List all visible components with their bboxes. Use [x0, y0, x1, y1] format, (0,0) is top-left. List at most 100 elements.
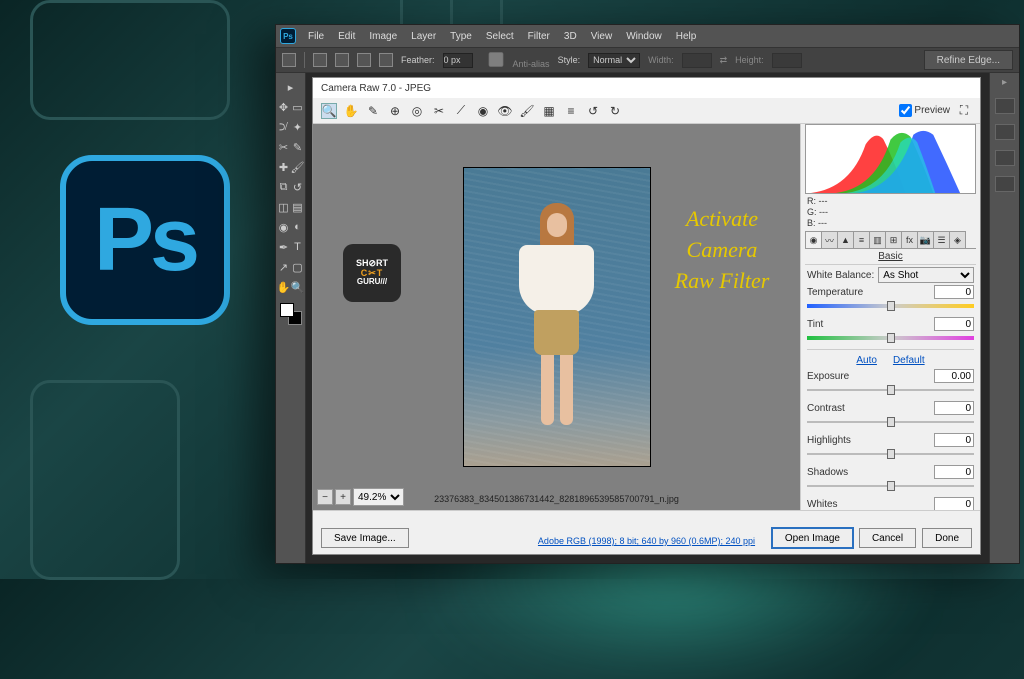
tool-crop[interactable]: ✂: [277, 137, 291, 157]
tool-type[interactable]: T: [291, 237, 305, 257]
crop-tool-icon[interactable]: ✂: [431, 103, 447, 119]
menu-view[interactable]: View: [585, 29, 619, 44]
tool-history[interactable]: ↺: [291, 177, 305, 197]
tab-basic[interactable]: ◉: [805, 231, 822, 248]
menu-help[interactable]: Help: [670, 29, 703, 44]
adjustments-panel: R: --- G: --- B: --- ◉ 〰 ▲ ≡ ▥ ⊞ fx: [800, 124, 980, 510]
color-sampler-icon[interactable]: ⊕: [387, 103, 403, 119]
shadows-slider[interactable]: [807, 481, 974, 491]
selection-intersect-icon[interactable]: [379, 53, 393, 67]
prefs-icon[interactable]: ≡: [563, 103, 579, 119]
tab-lens[interactable]: ⊞: [885, 231, 902, 248]
tool-path[interactable]: ↗: [277, 257, 291, 277]
temperature-slider[interactable]: [807, 301, 974, 311]
fullscreen-icon[interactable]: ⛶: [956, 103, 972, 119]
tab-detail[interactable]: ▲: [837, 231, 854, 248]
width-label: Width:: [648, 55, 674, 65]
zoom-select[interactable]: 49.2%: [353, 488, 404, 506]
rotate-ccw-icon[interactable]: ↺: [585, 103, 601, 119]
menu-edit[interactable]: Edit: [332, 29, 361, 44]
redeye-icon[interactable]: 👁: [497, 103, 513, 119]
style-select[interactable]: Normal: [588, 53, 640, 68]
tab-camera[interactable]: 📷: [917, 231, 934, 248]
tool-eraser[interactable]: ◫: [277, 197, 291, 217]
panel-swatches-icon[interactable]: [995, 124, 1015, 140]
tool-stamp[interactable]: ⧉: [277, 177, 291, 197]
tab-fx[interactable]: fx: [901, 231, 918, 248]
graduated-filter-icon[interactable]: ▦: [541, 103, 557, 119]
exposure-input[interactable]: [934, 369, 974, 383]
tool-eyedropper[interactable]: ✎: [291, 137, 305, 157]
menu-image[interactable]: Image: [363, 29, 403, 44]
selection-add-icon[interactable]: [335, 53, 349, 67]
adjustment-brush-icon[interactable]: 🖌: [519, 103, 535, 119]
exposure-slider[interactable]: [807, 385, 974, 395]
zoom-tool-icon[interactable]: 🔍: [321, 103, 337, 119]
selection-new-icon[interactable]: [313, 53, 327, 67]
tool-pen[interactable]: ✒: [277, 237, 291, 257]
menu-file[interactable]: File: [302, 29, 330, 44]
workflow-link[interactable]: Adobe RGB (1998); 8 bit; 640 by 960 (0.6…: [538, 536, 755, 546]
highlights-input[interactable]: [934, 433, 974, 447]
menu-select[interactable]: Select: [480, 29, 520, 44]
menu-window[interactable]: Window: [620, 29, 668, 44]
tool-heal[interactable]: ✚: [277, 157, 291, 177]
tool-dodge[interactable]: ◐: [291, 217, 305, 237]
tab-curve[interactable]: 〰: [821, 231, 838, 248]
auto-link[interactable]: Auto: [856, 355, 877, 366]
image-preview[interactable]: [463, 167, 651, 467]
wb-tool-icon[interactable]: ✎: [365, 103, 381, 119]
tab-hsl[interactable]: ≡: [853, 231, 870, 248]
feather-input[interactable]: [443, 53, 473, 68]
cancel-button[interactable]: Cancel: [859, 528, 916, 548]
menu-layer[interactable]: Layer: [405, 29, 442, 44]
tint-label: Tint: [807, 319, 823, 330]
spot-removal-icon[interactable]: ◉: [475, 103, 491, 119]
panel-layers-icon[interactable]: [995, 176, 1015, 192]
whites-input[interactable]: [934, 497, 974, 510]
tab-split[interactable]: ▥: [869, 231, 886, 248]
straighten-icon[interactable]: ⟋: [453, 103, 469, 119]
shadows-input[interactable]: [934, 465, 974, 479]
highlights-slider[interactable]: [807, 449, 974, 459]
target-adjust-icon[interactable]: ◎: [409, 103, 425, 119]
tool-blur[interactable]: ◉: [277, 217, 291, 237]
menu-type[interactable]: Type: [444, 29, 478, 44]
color-swatch[interactable]: [280, 303, 302, 325]
save-image-button[interactable]: Save Image...: [321, 528, 409, 548]
tab-snapshots[interactable]: ◈: [949, 231, 966, 248]
default-link[interactable]: Default: [893, 355, 925, 366]
tool-marquee[interactable]: ▭: [291, 97, 305, 117]
tab-presets[interactable]: ☰: [933, 231, 950, 248]
zoom-in-button[interactable]: +: [335, 489, 351, 505]
temperature-input[interactable]: [934, 285, 974, 299]
tool-gradient[interactable]: ▤: [291, 197, 305, 217]
tool-move[interactable]: ✥: [277, 97, 291, 117]
selection-subtract-icon[interactable]: [357, 53, 371, 67]
marquee-tool-icon[interactable]: [282, 53, 296, 67]
preview-checkbox[interactable]: Preview: [899, 104, 950, 117]
done-button[interactable]: Done: [922, 528, 972, 548]
tool-shape[interactable]: ▢: [291, 257, 305, 277]
tool-brush[interactable]: 🖌: [291, 157, 305, 177]
zoom-out-button[interactable]: −: [317, 489, 333, 505]
tool-collapse-icon[interactable]: ▸: [284, 77, 298, 97]
contrast-slider[interactable]: [807, 417, 974, 427]
open-image-button[interactable]: Open Image: [772, 528, 853, 548]
panel-color-icon[interactable]: [995, 98, 1015, 114]
rotate-cw-icon[interactable]: ↻: [607, 103, 623, 119]
menu-3d[interactable]: 3D: [558, 29, 583, 44]
contrast-input[interactable]: [934, 401, 974, 415]
refine-edge-button[interactable]: Refine Edge...: [924, 50, 1013, 70]
panel-toggle-icon[interactable]: ▸: [1002, 77, 1007, 88]
tint-slider[interactable]: [807, 333, 974, 343]
menu-filter[interactable]: Filter: [522, 29, 556, 44]
hand-tool-icon[interactable]: ✋: [343, 103, 359, 119]
tool-hand[interactable]: ✋: [277, 277, 291, 297]
tint-input[interactable]: [934, 317, 974, 331]
tool-wand[interactable]: ✦: [291, 117, 305, 137]
wb-select[interactable]: As Shot: [878, 267, 974, 283]
tool-lasso[interactable]: ⟉: [277, 117, 291, 137]
panel-adjustments-icon[interactable]: [995, 150, 1015, 166]
tool-zoom[interactable]: 🔍: [291, 277, 305, 297]
